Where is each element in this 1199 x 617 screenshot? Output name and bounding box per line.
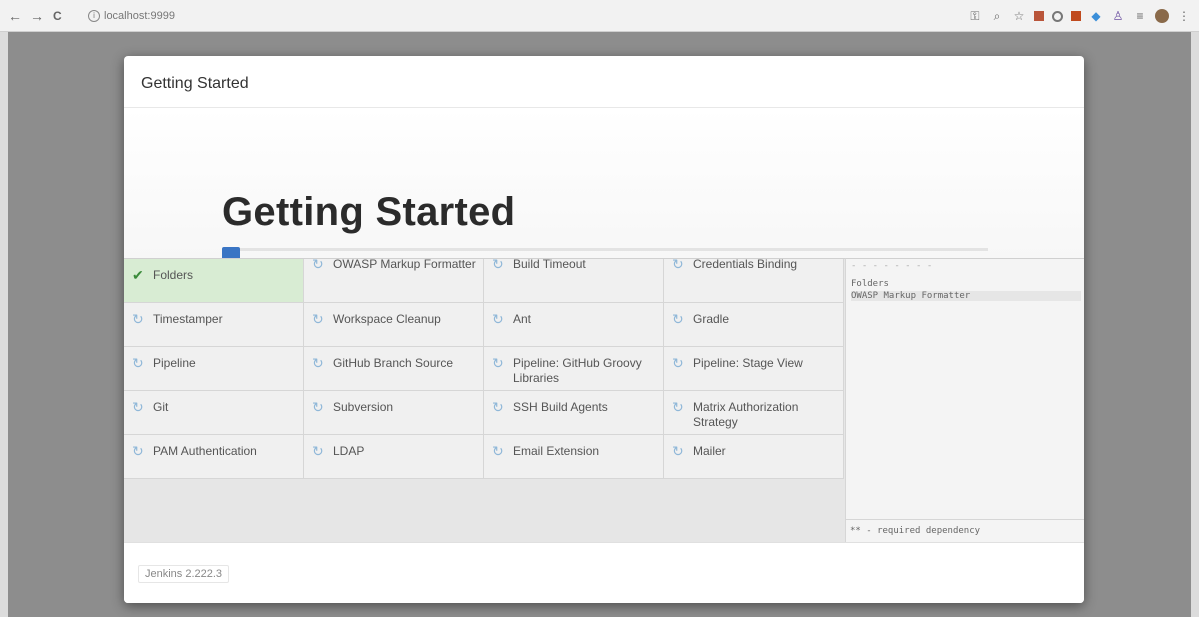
plugin-item: ↻ Git [124,391,304,435]
star-icon[interactable]: ☆ [1012,9,1026,23]
extension-icon[interactable]: ◆ [1089,9,1103,23]
plugin-item: ↻ Credentials Binding [664,256,844,303]
spinner-icon: ↻ [672,355,684,371]
plugin-item: ↻ Email Extension [484,435,664,479]
hero-title: Getting Started [222,190,516,234]
extension-icon[interactable] [1034,11,1044,21]
dialog-title: Getting Started [141,75,249,92]
plugin-name: Folders [153,268,194,282]
spinner-icon: ↻ [312,256,324,272]
plugin-item: ↻ Ant [484,303,664,347]
plugin-name: Pipeline: Stage View [693,356,803,370]
plugin-item: ↻ LDAP [304,435,484,479]
spinner-icon: ↻ [492,399,504,415]
plugin-item: ↻ Pipeline [124,347,304,391]
plugin-name: Pipeline: GitHub Groovy Libraries [513,356,642,385]
spinner-icon: ↻ [672,256,684,272]
plugin-name: Workspace Cleanup [333,312,441,326]
toolbar-icons: ⚿ ⌕ ☆ ◆ ♙ ≡ ⋮ [968,7,1191,25]
plugin-name: Mailer [693,444,726,458]
spinner-icon: ↻ [132,443,144,459]
log-line: Folders [851,279,889,289]
spinner-icon: ↻ [132,355,144,371]
log-line: - - - - - - - - [851,261,933,271]
plugin-item: ↻ OWASP Markup Formatter [304,256,484,303]
dialog-header: Getting Started [124,56,1084,108]
install-log: - - - - - - - - Folders OWASP Markup For… [845,258,1084,542]
plugin-name: Git [153,400,169,414]
forward-button[interactable]: → [30,8,44,24]
extension-icon[interactable]: ♙ [1111,9,1125,23]
extension-icon[interactable] [1052,10,1063,22]
setup-wizard-dialog: Getting Started Getting Started ✔ Folders… [124,56,1084,603]
reload-button[interactable]: C [53,8,62,24]
log-line: OWASP Markup Formatter [851,291,1081,301]
plugin-item: ✔ Folders [124,259,304,303]
plugin-name: Subversion [333,400,394,414]
spinner-icon: ↻ [672,443,684,459]
menu-icon[interactable]: ⋮ [1177,9,1191,23]
spinner-icon: ↻ [492,443,504,459]
plugin-item: ↻ SSH Build Agents [484,391,664,435]
hero-banner: Getting Started [124,108,1084,258]
plugin-name: Build Timeout [513,257,586,271]
plugin-item: ↻ Build Timeout [484,256,664,303]
plugin-item: ↻ GitHub Branch Source [304,347,484,391]
back-button[interactable]: ← [8,8,22,24]
spinner-icon: ↻ [672,399,684,415]
browser-toolbar: ← → C i localhost:9999 ⚿ ⌕ ☆ ◆ ♙ ≡ ⋮ [0,0,1199,32]
plugin-name: Credentials Binding [693,257,798,271]
site-info-icon[interactable]: i [88,10,100,23]
plugin-name: Timestamper [153,312,223,326]
zoom-icon[interactable]: ⌕ [990,9,1004,23]
address-bar[interactable]: i localhost:9999 [88,6,648,26]
plugin-item: ↻ Matrix Authorization Strategy [664,391,844,435]
plugin-name: Gradle [693,312,730,326]
avatar[interactable] [1155,9,1169,23]
plugin-name: Ant [513,312,532,326]
plugin-name: GitHub Branch Source [333,356,454,370]
plugin-name: LDAP [333,444,365,458]
extension-icon[interactable] [1071,11,1081,21]
plugin-item: ↻ Workspace Cleanup [304,303,484,347]
plugin-item: ↻ Subversion [304,391,484,435]
plugin-item: ↻ PAM Authentication [124,435,304,479]
key-icon[interactable]: ⚿ [968,9,982,23]
plugin-name: PAM Authentication [153,444,257,458]
plugin-item: ↻ Pipeline: GitHub Groovy Libraries [484,347,664,391]
log-footer: ** - required dependency [846,519,1084,541]
spinner-icon: ↻ [312,399,324,415]
reader-icon[interactable]: ≡ [1133,9,1147,23]
plugin-item: ↻ Timestamper [124,303,304,347]
version-label: Jenkins 2.222.3 [138,565,230,583]
plugin-item: ↻ Mailer [664,435,844,479]
url-text: localhost:9999 [104,10,175,22]
spinner-icon: ↻ [492,311,504,327]
spinner-icon: ↻ [312,311,324,327]
plugin-item: ↻ Pipeline: Stage View [664,347,844,391]
spinner-icon: ↻ [132,311,144,327]
plugin-name: Email Extension [513,444,600,458]
plugin-name: Matrix Authorization Strategy [693,400,799,429]
plugin-name: Pipeline [153,356,196,370]
dialog-footer: Jenkins 2.222.3 [124,542,1084,603]
check-icon: ✔ [132,267,144,283]
plugin-item: ↻ Gradle [664,303,844,347]
spinner-icon: ↻ [312,355,324,371]
plugin-name: OWASP Markup Formatter [333,257,476,271]
progress-track [222,248,988,251]
spinner-icon: ↻ [312,443,324,459]
spinner-icon: ↻ [132,399,144,415]
spinner-icon: ↻ [492,355,504,371]
spinner-icon: ↻ [672,311,684,327]
plugin-grid: ✔ Folders ↻ OWASP Markup Formatter ↻ Build Ti… [124,256,845,542]
plugin-name: SSH Build Agents [513,400,608,414]
spinner-icon: ↻ [492,256,504,272]
